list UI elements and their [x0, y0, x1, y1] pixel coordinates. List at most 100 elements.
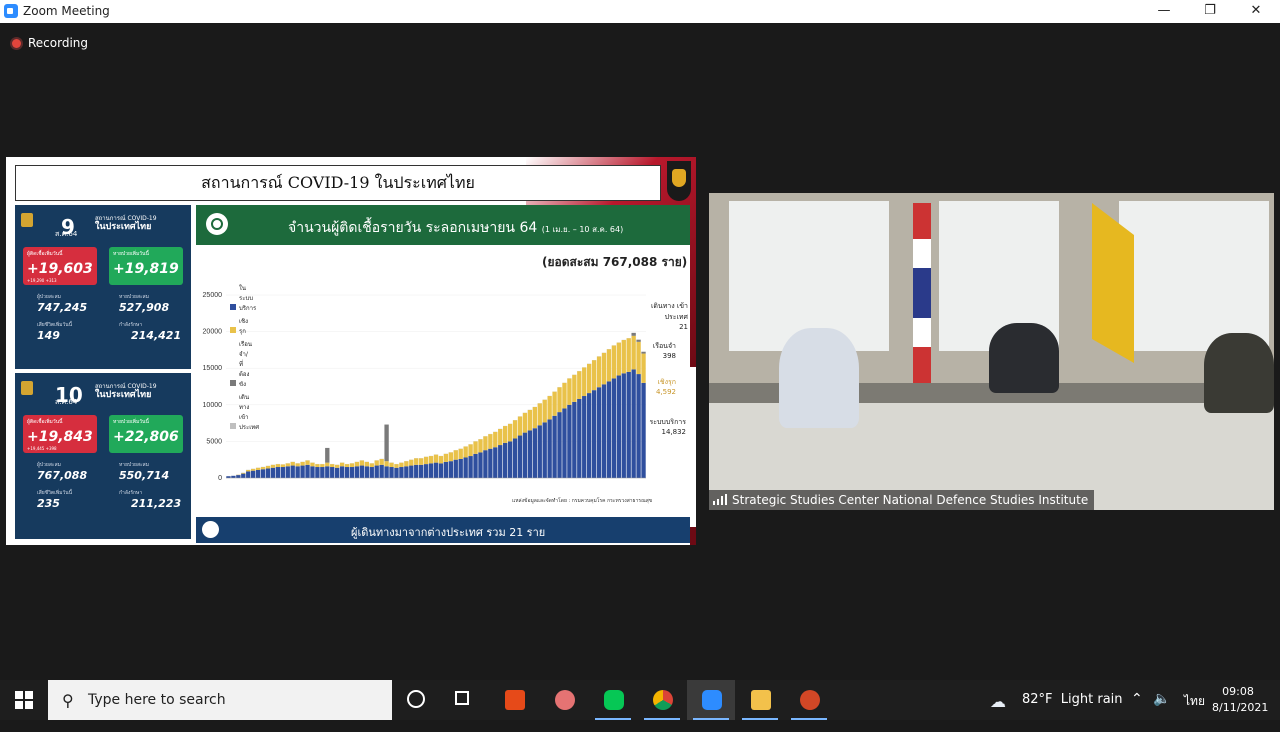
- participant-name: Strategic Studies Center National Defenc…: [732, 493, 1088, 507]
- bar-segment: [305, 465, 309, 478]
- minimize-button[interactable]: —: [1141, 0, 1187, 23]
- taskbar-app-chrome[interactable]: [638, 680, 686, 720]
- taskbar-app-zoom[interactable]: [687, 680, 735, 720]
- treating-stat: กำลังรักษา 214,421: [119, 321, 193, 349]
- bar-segment: [473, 454, 477, 478]
- taskbar-search-box[interactable]: ⚲ Type here to search: [48, 680, 392, 720]
- system-clock[interactable]: 09:08 8/11/2021: [1212, 680, 1264, 724]
- bar-segment: [488, 449, 492, 478]
- bar-segment: [577, 399, 581, 478]
- office-icon: [505, 690, 525, 710]
- bar-segment: [231, 476, 235, 478]
- bar-segment: [478, 439, 482, 452]
- legend-item-active: เชิงรุก: [230, 316, 248, 334]
- bar-segment: [538, 403, 542, 425]
- bar-segment: [335, 468, 339, 478]
- bar-segment: [266, 466, 270, 469]
- bar-segment: [350, 463, 354, 467]
- taskbar-app-snipping[interactable]: [540, 680, 588, 720]
- bar-segment: [256, 470, 260, 478]
- bar-segment: [513, 438, 517, 478]
- taskbar-app-office[interactable]: [490, 680, 538, 720]
- search-placeholder: Type here to search: [88, 692, 226, 708]
- cum-cases-value: 747,245: [37, 301, 87, 314]
- bar-segment: [592, 360, 596, 390]
- input-language[interactable]: ไทย: [1184, 692, 1205, 732]
- bar-segment: [454, 450, 458, 460]
- bar-segment: [419, 458, 423, 465]
- bar-segment: [503, 443, 507, 478]
- y-tick-label: 15000: [203, 365, 223, 372]
- side-label-value: 4,592: [656, 388, 676, 396]
- bar-segment: [547, 396, 551, 419]
- cortana-button[interactable]: [392, 680, 440, 720]
- bar-segment: [404, 466, 408, 478]
- close-icon: ✕: [1251, 3, 1262, 18]
- bar-segment: [384, 425, 388, 462]
- chart-heading-range: (1 เม.ย. – 10 ส.ค. 64): [542, 225, 624, 234]
- bar-segment: [631, 369, 635, 478]
- new-cases-box: ผู้ติดเชื้อเพิ่มวันนี้ +19,843 +19,445 +…: [23, 415, 97, 453]
- show-hidden-icons-icon[interactable]: ⌃: [1131, 691, 1143, 731]
- bar-segment: [375, 466, 379, 478]
- bar-segment: [463, 458, 467, 479]
- participant-video[interactable]: Strategic Studies Center National Defenc…: [709, 193, 1274, 510]
- bar-segment: [404, 461, 408, 466]
- taskbar-app-powerpoint[interactable]: [785, 680, 833, 720]
- chart-heading: จำนวนผู้ติดเชื้อรายวัน ระลอกเมษายน 64 (1…: [288, 217, 623, 239]
- bar-segment: [587, 393, 591, 478]
- bar-segment: [538, 425, 542, 478]
- powerpoint-icon: [800, 690, 820, 710]
- bar-segment: [483, 436, 487, 450]
- bar-segment: [370, 467, 374, 478]
- start-button[interactable]: [0, 680, 48, 720]
- bar-segment: [345, 467, 349, 478]
- recording-indicator[interactable]: Recording: [12, 36, 88, 50]
- recovered-label: หายป่วยเพิ่มวันนี้: [113, 250, 149, 258]
- close-button[interactable]: ✕: [1233, 0, 1279, 23]
- side-label-service: ระบบบริการ14,832: [646, 417, 686, 436]
- cum-cases-stat: ผู้ป่วยสะสม 747,245: [37, 293, 111, 321]
- bar-segment: [483, 450, 487, 478]
- recovered-value: +22,806: [113, 429, 179, 445]
- task-view-button[interactable]: [440, 680, 488, 720]
- legend-label: เชิงรุก: [239, 316, 245, 322]
- bar-segment: [493, 432, 497, 447]
- bar-segment: [627, 372, 631, 478]
- deaths-value: 149: [37, 329, 60, 342]
- bar-segment: [281, 464, 285, 467]
- bar-segment: [543, 400, 547, 423]
- bar-segment: [379, 465, 383, 478]
- deaths-label: เสียชีวิตเพิ่มวันนี้: [37, 321, 72, 329]
- taskbar-app-line[interactable]: [589, 680, 637, 720]
- recording-label: Recording: [28, 36, 88, 50]
- chart-footer-text: ผู้เดินทางมาจากต่างประเทศ รวม 21 ราย: [351, 523, 545, 541]
- legend-label: เรือนจำ/ที่ต้องขัง: [239, 339, 245, 345]
- treating-value: 211,223: [131, 497, 181, 510]
- bar-segment: [295, 466, 299, 478]
- bar-segment: [622, 340, 626, 373]
- bar-segment: [617, 343, 621, 376]
- card-header-small: สถานการณ์ COVID-19: [95, 383, 157, 390]
- bar-segment: [256, 468, 260, 470]
- recovered-value: +19,819: [113, 261, 179, 277]
- bar-segment: [641, 352, 645, 354]
- cum-recovered-value: 527,908: [119, 301, 169, 314]
- taskbar-app-file-explorer[interactable]: [736, 680, 784, 720]
- maximize-button[interactable]: ❐: [1187, 0, 1233, 23]
- bar-segment: [246, 471, 250, 478]
- bar-segment: [286, 463, 290, 466]
- speaker-icon[interactable]: 🔈: [1153, 691, 1170, 731]
- signal-strength-icon: [713, 494, 727, 505]
- summary-card-aug9: 9 ส.ค.64 สถานการณ์ COVID-19ในประเทศไทย ผ…: [15, 205, 191, 369]
- zoom-icon: [702, 690, 722, 710]
- bar-segment: [508, 441, 512, 478]
- deaths-stat: เสียชีวิตเพิ่มวันนี้ 235: [37, 489, 111, 517]
- treating-value: 214,421: [131, 329, 181, 342]
- bar-segment: [602, 384, 606, 478]
- bar-segment: [518, 436, 522, 478]
- daily-cases-chart-panel: จำนวนผู้ติดเชื้อรายวัน ระลอกเมษายน 64 (1…: [196, 205, 690, 545]
- bar-segment: [429, 463, 433, 478]
- bar-segment: [597, 356, 601, 387]
- deaths-stat: เสียชีวิตเพิ่มวันนี้ 149: [37, 321, 111, 349]
